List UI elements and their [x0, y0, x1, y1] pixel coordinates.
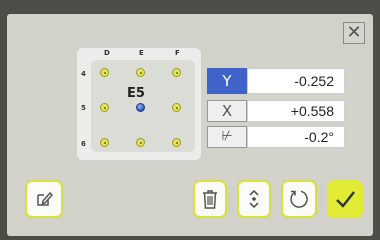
adjust-button[interactable]: [237, 180, 271, 218]
y-label[interactable]: Y: [207, 68, 247, 94]
well-grid-panel: D E F 4 5 6 E5: [77, 48, 201, 160]
well-d5[interactable]: [100, 103, 109, 112]
close-button[interactable]: ✕: [343, 22, 365, 44]
column-label-d: D: [104, 49, 110, 57]
row-label-4: 4: [81, 70, 86, 78]
selected-position-title: E5: [127, 86, 145, 101]
well-d4[interactable]: [100, 68, 109, 77]
x-label[interactable]: X: [207, 100, 247, 122]
trash-icon: [203, 190, 217, 209]
well-f5[interactable]: [172, 103, 181, 112]
well-f4[interactable]: [172, 68, 181, 77]
angle-offset-row[interactable]: ⊬ -0.2°: [207, 126, 345, 148]
column-label-f: F: [175, 49, 180, 57]
reset-button[interactable]: [281, 180, 317, 218]
row-label-5: 5: [81, 104, 86, 112]
delete-button[interactable]: [193, 180, 227, 218]
confirm-button[interactable]: [327, 180, 363, 218]
up-down-icon: [249, 189, 259, 209]
x-offset-row[interactable]: X +0.558: [207, 100, 345, 122]
well-grid: E5: [91, 60, 195, 152]
refresh-icon: [290, 190, 308, 208]
well-e6[interactable]: [136, 138, 145, 147]
y-offset-row[interactable]: Y -0.252: [207, 68, 345, 94]
angle-icon[interactable]: ⊬: [207, 126, 247, 148]
row-label-6: 6: [81, 140, 86, 148]
angle-value[interactable]: -0.2°: [247, 126, 345, 148]
edit-button[interactable]: [25, 180, 63, 218]
well-d6[interactable]: [100, 138, 109, 147]
y-value[interactable]: -0.252: [247, 68, 345, 94]
check-icon: [336, 191, 355, 208]
well-e5-selected[interactable]: [136, 103, 145, 112]
well-f6[interactable]: [172, 138, 181, 147]
edit-icon: [37, 191, 54, 206]
position-dialog: ✕ D E F 4 5 6 E5 Y -0.252 X +0.558 ⊬ -0.…: [7, 14, 373, 236]
x-value[interactable]: +0.558: [247, 100, 345, 122]
well-e4[interactable]: [136, 68, 145, 77]
close-icon: ✕: [346, 22, 362, 43]
column-label-e: E: [139, 49, 144, 57]
